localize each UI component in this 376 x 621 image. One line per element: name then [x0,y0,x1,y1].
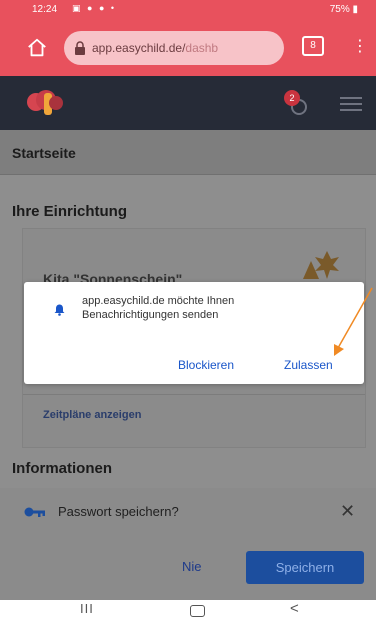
status-bar: 12:24 ▣ ● ● • 75% ▮ [0,0,376,20]
url-text: app.easychild.de/dashb [92,41,218,55]
url-host: app.easychild.de/ [92,41,186,55]
more-menu-icon[interactable]: ⋮ [352,36,368,56]
android-nav-bar: III < [0,600,376,621]
allow-button[interactable]: Zulassen [284,358,333,372]
notification-badge: 2 [284,90,300,106]
home-icon[interactable] [26,37,48,59]
bell-icon [54,304,65,316]
notifications-button[interactable]: 2 [284,90,312,118]
notification-permission-dialog: app.easychild.de möchte Ihnen Benachrich… [24,282,364,384]
facility-heading: Ihre Einrichtung [12,203,128,220]
dialog-message: app.easychild.de möchte Ihnen Benachrich… [82,295,235,321]
page-title: Startseite [12,145,76,161]
battery-indicator: 75% ▮ [329,4,358,15]
home-nav-icon[interactable] [190,605,205,617]
save-password-text: Passwort speichern? [58,504,179,519]
block-button[interactable]: Blockieren [178,358,234,372]
address-bar[interactable]: app.easychild.de/dashb [64,31,284,65]
tabs-icon[interactable]: 8 [302,36,324,56]
url-path: dashb [185,41,219,55]
save-button[interactable]: Speichern [246,551,364,584]
clock: 12:24 [32,4,58,15]
information-heading: Informationen [12,460,112,477]
lock-icon [75,41,85,55]
app-header: 2 [0,76,376,130]
status-icons: ▣ ● ● • [72,3,117,13]
browser-toolbar: app.easychild.de/dashb 8 ⋮ [0,20,376,76]
never-button[interactable]: Nie [182,559,202,574]
back-icon[interactable]: < [290,600,299,617]
key-icon [24,507,45,517]
card-divider [23,394,365,395]
save-password-prompt: Passwort speichern? ✕ Nie Speichern [0,488,376,600]
easychild-logo-icon[interactable] [24,88,70,118]
hamburger-menu-icon[interactable] [340,97,362,111]
recents-icon[interactable]: III [80,601,94,616]
show-schedules-link[interactable]: Zeitpläne anzeigen [43,409,141,421]
close-icon[interactable]: ✕ [340,501,355,522]
page-title-bar: Startseite [0,130,376,175]
